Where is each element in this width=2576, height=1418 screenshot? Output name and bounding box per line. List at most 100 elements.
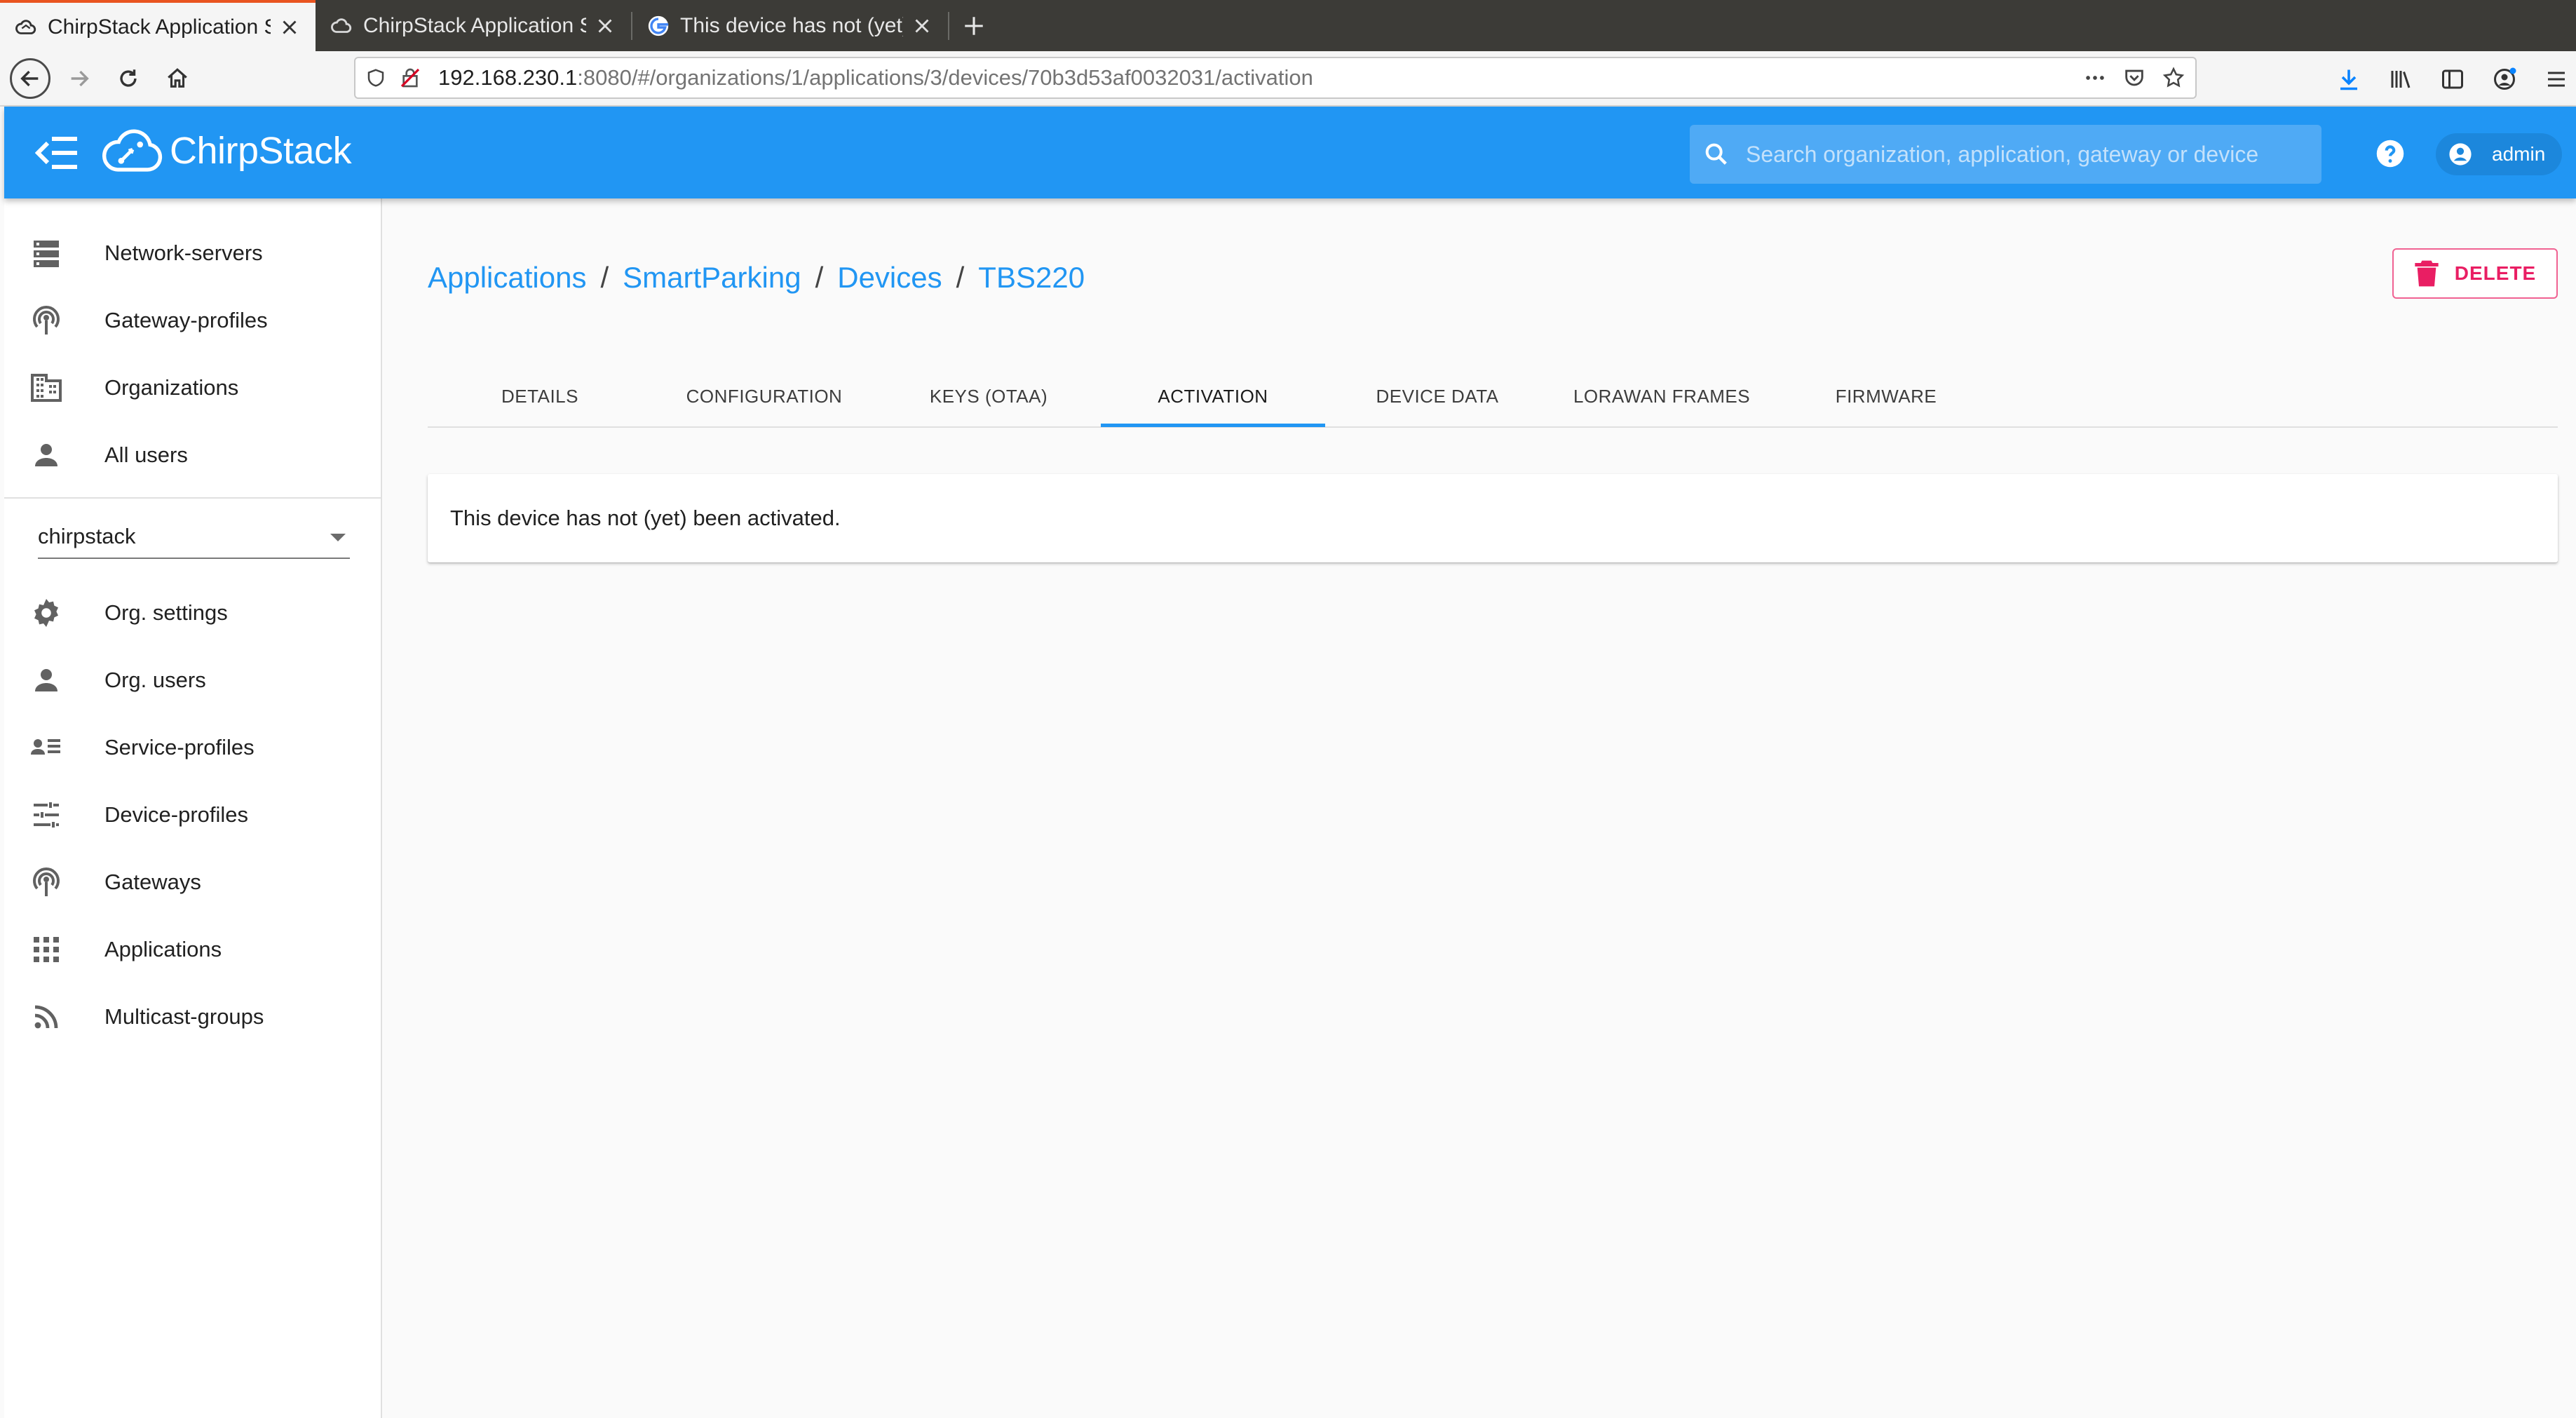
- reload-icon: [120, 69, 137, 87]
- hamburger-menu-icon[interactable]: [2544, 67, 2569, 92]
- sidebar-item-applications[interactable]: Applications: [4, 916, 382, 983]
- user-menu-button[interactable]: admin: [2436, 133, 2562, 175]
- address-bar[interactable]: 192.168.230.1:8080/#/organizations/1/app…: [354, 57, 2197, 99]
- tab-configuration[interactable]: CONFIGURATION: [652, 365, 876, 428]
- tab-activation[interactable]: ACTIVATION: [1101, 365, 1325, 428]
- delete-button[interactable]: DELETE: [2392, 248, 2558, 299]
- tab-device-data[interactable]: DEVICE DATA: [1325, 365, 1550, 428]
- tune-icon: [34, 802, 59, 828]
- tab-keys-otaa[interactable]: KEYS (OTAA): [876, 365, 1101, 428]
- browser-tab-1[interactable]: ChirpStack Application S: [0, 0, 316, 51]
- user-name: admin: [2492, 143, 2546, 165]
- sidebar-item-org-settings[interactable]: Org. settings: [4, 579, 382, 647]
- breadcrumb: Applications / SmartParking / Devices / …: [428, 261, 1085, 295]
- reload-button[interactable]: [108, 58, 149, 99]
- sidebar-toggle-icon[interactable]: [2440, 67, 2465, 92]
- search-input[interactable]: [1746, 141, 2307, 168]
- close-icon[interactable]: [593, 14, 617, 38]
- breadcrumb-application[interactable]: SmartParking: [623, 261, 801, 295]
- url-path: :8080/#/organizations/1/applications/3/d…: [577, 65, 1313, 90]
- sidebar-item-all-users[interactable]: All users: [4, 421, 382, 489]
- chirpstack-logo[interactable]: ChirpStack: [102, 126, 352, 175]
- global-search[interactable]: [1690, 125, 2321, 184]
- activation-status-card: This device has not (yet) been activated…: [428, 474, 2558, 562]
- insecure-lock-icon: [400, 68, 420, 88]
- antenna-icon: [33, 867, 60, 896]
- breadcrumb-separator: /: [815, 261, 824, 294]
- app-header: ChirpStack admin: [4, 107, 2576, 198]
- sidebar-item-label: Network-servers: [104, 241, 263, 265]
- sidebar-item-gateway-profiles[interactable]: Gateway-profiles: [4, 287, 382, 354]
- sidebar-item-device-profiles[interactable]: Device-profiles: [4, 781, 382, 849]
- organization-select-value: chirpstack: [38, 524, 136, 548]
- url-text: 192.168.230.1:8080/#/organizations/1/app…: [438, 65, 1313, 90]
- cloud-icon: [15, 19, 36, 34]
- breadcrumb-separator: /: [600, 261, 609, 294]
- sidebar: Network-servers Gateway-profiles Organiz…: [4, 198, 382, 1418]
- chirpstack-cloud-icon: [102, 129, 163, 172]
- sidebar-divider: [4, 497, 382, 499]
- chevron-down-icon: [330, 534, 346, 541]
- device-tabs: DETAILS CONFIGURATION KEYS (OTAA) ACTIVA…: [428, 365, 2558, 428]
- browser-tab-2[interactable]: ChirpStack Application S: [316, 0, 631, 51]
- cloud-icon: [331, 18, 352, 33]
- account-icon[interactable]: [2492, 67, 2517, 92]
- browser-tab-title: ChirpStack Application S: [363, 13, 586, 37]
- download-icon[interactable]: [2336, 67, 2361, 92]
- star-icon[interactable]: [2162, 66, 2185, 90]
- browser-tab-bar: ChirpStack Application S ChirpStack Appl…: [0, 0, 2576, 51]
- search-icon: [1705, 143, 1727, 165]
- library-icon[interactable]: [2388, 67, 2413, 92]
- tab-details[interactable]: DETAILS: [428, 365, 652, 428]
- sidebar-item-network-servers[interactable]: Network-servers: [4, 220, 382, 287]
- browser-toolbar-right: [2336, 51, 2576, 107]
- server-icon: [34, 241, 59, 267]
- organization-select[interactable]: chirpstack: [38, 515, 350, 559]
- person-icon: [35, 669, 57, 691]
- menu-collapse-icon[interactable]: [35, 135, 80, 171]
- sidebar-item-gateways[interactable]: Gateways: [4, 849, 382, 916]
- logo-text: ChirpStack: [170, 130, 352, 172]
- delete-button-label: DELETE: [2454, 262, 2537, 284]
- breadcrumb-device[interactable]: TBS220: [978, 261, 1085, 295]
- building-icon: [31, 374, 62, 402]
- home-icon: [168, 67, 187, 88]
- apps-grid-icon: [34, 937, 59, 962]
- new-tab-button[interactable]: [949, 0, 998, 51]
- browser-tab-title: ChirpStack Application S: [48, 15, 271, 39]
- home-button[interactable]: [157, 58, 198, 99]
- forward-button[interactable]: [59, 58, 100, 99]
- tab-lorawan-frames[interactable]: LORAWAN FRAMES: [1550, 365, 1774, 428]
- back-button[interactable]: [10, 58, 50, 99]
- breadcrumb-applications[interactable]: Applications: [428, 261, 586, 295]
- address-bar-actions: [2083, 66, 2185, 90]
- shield-icon: [367, 69, 384, 87]
- gear-icon: [34, 599, 58, 627]
- sidebar-item-label: Service-profiles: [104, 735, 255, 759]
- sidebar-item-label: Device-profiles: [104, 802, 249, 827]
- google-icon: [648, 15, 669, 36]
- tab-firmware[interactable]: FIRMWARE: [1774, 365, 1998, 428]
- more-dots-icon[interactable]: [2083, 66, 2107, 90]
- browser-nav-bar: 192.168.230.1:8080/#/organizations/1/app…: [0, 51, 2576, 107]
- trash-icon: [2415, 260, 2439, 287]
- person-icon: [35, 444, 57, 466]
- antenna-icon: [33, 306, 60, 335]
- sidebar-item-organizations[interactable]: Organizations: [4, 354, 382, 421]
- sidebar-item-org-users[interactable]: Org. users: [4, 647, 382, 714]
- sidebar-item-multicast-groups[interactable]: Multicast-groups: [4, 983, 382, 1051]
- pocket-icon[interactable]: [2122, 66, 2146, 90]
- help-icon[interactable]: [2375, 139, 2405, 168]
- sidebar-item-label: Applications: [104, 937, 222, 961]
- browser-tab-3[interactable]: This device has not (yet): [632, 0, 948, 51]
- active-tab-indicator: [1101, 424, 1325, 427]
- sidebar-item-label: All users: [104, 443, 188, 467]
- account-details-icon: [31, 739, 60, 755]
- close-icon[interactable]: [278, 15, 301, 39]
- account-circle-icon: [2449, 143, 2472, 166]
- sidebar-item-service-profiles[interactable]: Service-profiles: [4, 714, 382, 781]
- close-icon[interactable]: [910, 14, 934, 38]
- browser-tab-title: This device has not (yet): [680, 13, 903, 37]
- sidebar-item-label: Gateways: [104, 870, 201, 894]
- breadcrumb-devices[interactable]: Devices: [837, 261, 942, 295]
